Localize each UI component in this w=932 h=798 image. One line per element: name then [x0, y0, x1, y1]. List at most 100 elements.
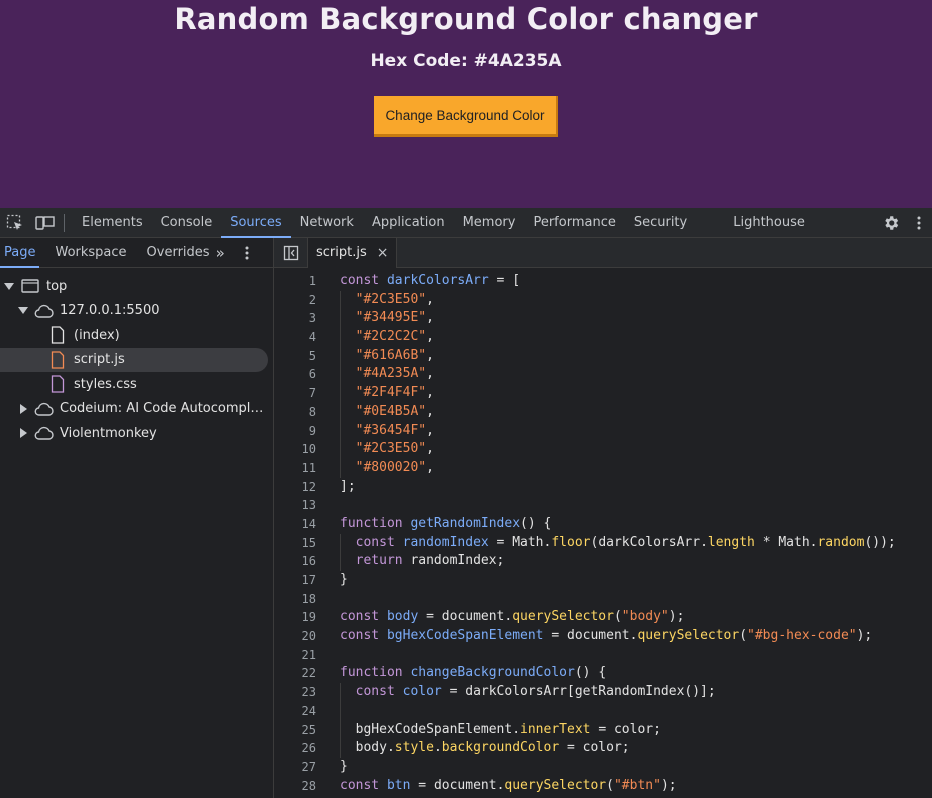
code-text: bgHexCodeSpanElement.innerText = color;: [316, 720, 661, 740]
devtools-tab-security[interactable]: Security: [625, 208, 696, 238]
code-line[interactable]: 5 "#616A6B",: [274, 346, 932, 366]
code-line[interactable]: 18: [274, 590, 932, 609]
code-line[interactable]: 14 function getRandomIndex() {: [274, 515, 932, 534]
line-number[interactable]: 14: [274, 515, 316, 534]
devtools-tab-sources[interactable]: Sources: [221, 208, 292, 238]
code-line[interactable]: 19 const body = document.querySelector("b…: [274, 608, 932, 627]
line-number[interactable]: 2: [274, 291, 316, 310]
line-number[interactable]: 16: [274, 552, 316, 571]
code-line[interactable]: 17}: [274, 571, 932, 590]
line-number[interactable]: 18: [274, 590, 316, 609]
tree-item-top[interactable]: top: [0, 274, 273, 299]
line-number[interactable]: 5: [274, 347, 316, 366]
code-text: const randomIndex = Math.floor(darkColor…: [316, 533, 896, 553]
code-line[interactable]: 8 "#0E4B5A",: [274, 402, 932, 422]
tree-item-host[interactable]: 127.0.0.1:5500: [0, 299, 273, 324]
expand-arrow-icon[interactable]: [4, 281, 14, 291]
code-view[interactable]: 1 const darkColorsArr = [2 "#2C3E50", 3 "#…: [274, 268, 932, 798]
navigator-menu-icon[interactable]: [245, 246, 249, 260]
line-number[interactable]: 4: [274, 328, 316, 347]
line-number[interactable]: 3: [274, 309, 316, 328]
editor-tab-script-js[interactable]: script.js ×: [308, 237, 398, 268]
code-line[interactable]: 4 "#2C2C2C",: [274, 328, 932, 347]
nav-tab-overrides[interactable]: Overrides: [143, 238, 210, 268]
code-text: "#800020",: [316, 458, 434, 478]
line-number[interactable]: 17: [274, 571, 316, 590]
code-line[interactable]: 11 "#800020",: [274, 458, 932, 478]
close-tab-icon[interactable]: ×: [377, 245, 389, 261]
code-line[interactable]: 13: [274, 496, 932, 515]
code-line[interactable]: 15 const randomIndex = Math.floor(darkCo…: [274, 533, 932, 553]
code-line[interactable]: 27}: [274, 758, 932, 777]
code-line[interactable]: 20 const bgHexCodeSpanElement = document.…: [274, 627, 932, 646]
tree-item-styles-css[interactable]: styles.css: [0, 372, 273, 397]
code-line[interactable]: 10 "#2C3E50",: [274, 440, 932, 459]
code-line[interactable]: 7 "#2F4F4F",: [274, 384, 932, 403]
line-number[interactable]: 15: [274, 534, 316, 553]
code-line[interactable]: 6 "#4A235A",: [274, 365, 932, 384]
collapsed-arrow-icon[interactable]: [18, 403, 28, 414]
code-line[interactable]: 24: [274, 701, 932, 721]
line-number[interactable]: 8: [274, 403, 316, 422]
line-number[interactable]: 9: [274, 422, 316, 441]
line-number[interactable]: 11: [274, 459, 316, 478]
code-line[interactable]: 26 body.style.backgroundColor = color;: [274, 739, 932, 758]
code-text: body.style.backgroundColor = color;: [316, 739, 630, 758]
devtools-tab-lighthouse[interactable]: Lighthouse: [724, 208, 814, 238]
toggle-navigator-icon[interactable]: [274, 237, 308, 268]
line-number[interactable]: 24: [274, 702, 316, 721]
line-number[interactable]: 6: [274, 365, 316, 384]
device-toolbar-icon[interactable]: [30, 208, 60, 238]
line-number[interactable]: 22: [274, 664, 316, 683]
tree-item-index[interactable]: (index): [0, 323, 273, 348]
tree-item-codeium[interactable]: Codeium: AI Code Autocompleti…: [0, 397, 273, 422]
collapsed-arrow-icon[interactable]: [18, 428, 28, 439]
nav-tab-workspace[interactable]: Workspace: [51, 238, 126, 268]
settings-gear-icon[interactable]: [876, 208, 906, 238]
devtools-tab-elements[interactable]: Elements: [73, 208, 152, 238]
more-options-icon[interactable]: [906, 208, 932, 238]
devtools-tab-performance[interactable]: Performance: [524, 208, 624, 238]
line-number[interactable]: 21: [274, 646, 316, 665]
more-tabs-chevron-icon[interactable]: »: [216, 244, 225, 262]
code-text: }: [340, 758, 348, 774]
line-number[interactable]: 19: [274, 608, 316, 627]
code-line[interactable]: 9 "#36454F",: [274, 421, 932, 441]
code-text: return randomIndex;: [316, 552, 504, 571]
devtools-tab-application[interactable]: Application: [363, 208, 454, 238]
code-line[interactable]: 16 return randomIndex;: [274, 552, 932, 571]
line-number[interactable]: 7: [274, 384, 316, 403]
line-number[interactable]: 26: [274, 739, 316, 758]
code-line[interactable]: 12];: [274, 478, 932, 497]
code-line[interactable]: 23 const color = darkColorsArr[getRandom…: [274, 683, 932, 702]
line-number[interactable]: 10: [274, 440, 316, 459]
line-number[interactable]: 1: [274, 272, 316, 291]
line-number[interactable]: 13: [274, 496, 316, 515]
tree-item-violentmonkey[interactable]: Violentmonkey: [0, 421, 273, 446]
line-number[interactable]: 27: [274, 758, 316, 777]
tree-item-script-js[interactable]: script.js: [0, 347, 268, 372]
code-line[interactable]: 22 function changeBackgroundColor() {: [274, 664, 932, 683]
code-line[interactable]: 2 "#2C3E50",: [274, 290, 932, 310]
devtools-tab-memory[interactable]: Memory: [454, 208, 525, 238]
nav-tab-page[interactable]: Page: [0, 238, 41, 268]
code-line[interactable]: 3 "#34495E",: [274, 309, 932, 328]
line-number[interactable]: 12: [274, 478, 316, 497]
hex-code-label: Hex Code: #4A235A: [370, 51, 562, 71]
line-number[interactable]: 25: [274, 721, 316, 740]
expand-arrow-icon[interactable]: [18, 306, 28, 316]
code-text: const color = darkColorsArr[getRandomInd…: [316, 683, 716, 702]
line-number[interactable]: 23: [274, 683, 316, 702]
code-line[interactable]: 1 const darkColorsArr = [: [274, 272, 932, 291]
code-line[interactable]: 21: [274, 646, 932, 665]
devtools-tab-network[interactable]: Network: [291, 208, 363, 238]
change-background-color-button[interactable]: Change Background Color: [374, 96, 558, 137]
code-line[interactable]: 28 const btn = document.querySelector("#b…: [274, 777, 932, 796]
code-line[interactable]: 25 bgHexCodeSpanElement.innerText = colo…: [274, 720, 932, 740]
line-number[interactable]: 28: [274, 777, 316, 796]
devtools-tab-console[interactable]: Console: [152, 208, 222, 238]
code-text: const body = document.querySelector("bod…: [340, 609, 685, 625]
inspect-element-icon[interactable]: [0, 208, 30, 238]
line-number[interactable]: 20: [274, 627, 316, 646]
